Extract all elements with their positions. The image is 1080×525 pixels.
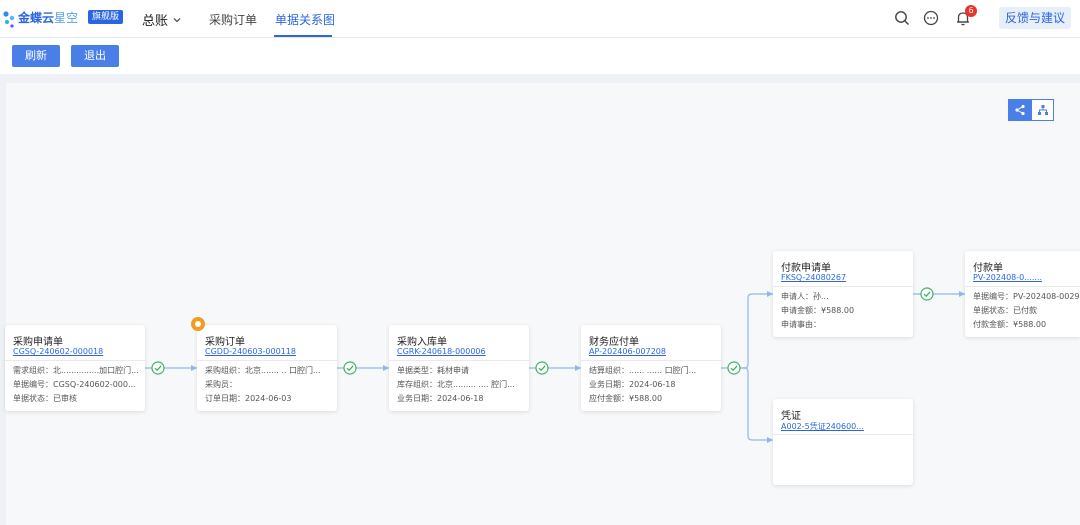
node-payment-request[interactable]: 付款申请单 FKSQ-24080267 申请人：孙... 申请金额：¥588.0… (773, 251, 913, 337)
node-code-link[interactable]: CGDD-240603-000118 (205, 347, 296, 356)
node-title: 凭证 (781, 411, 801, 422)
node-code-link[interactable]: CGRK-240618-000006 (397, 347, 486, 356)
node-field: 申请金额：¥588.00 (781, 306, 855, 315)
node-code-link[interactable]: FKSQ-24080267 (781, 273, 846, 282)
node-purchase-request[interactable]: 采购申请单 CGSQ-240602-000018 需求组织：北.........… (5, 325, 145, 411)
node-field: 订单日期：2024-06-03 (205, 394, 292, 403)
node-payable[interactable]: 财务应付单 AP-202406-007208 结算组织：...... .....… (581, 325, 721, 411)
node-divider (965, 286, 1080, 287)
node-field: 业务日期：2024-06-18 (397, 394, 484, 403)
node-field: 申请事由： (781, 320, 821, 329)
node-field: 应付金额：¥588.00 (589, 394, 663, 403)
node-field: 需求组织：北...............加口腔门... (13, 366, 139, 375)
node-field: 单据状态：已审核 (13, 394, 77, 403)
check-circle-icon (727, 361, 741, 375)
check-circle-icon (920, 287, 934, 301)
node-field: 结算组织：...... ...... 口腔门... (589, 366, 697, 375)
node-field: 单据编号：CGSQ-240602-000... (13, 380, 136, 389)
node-code-link[interactable]: A002-5凭证240600... (781, 421, 864, 432)
node-divider (5, 360, 145, 361)
node-voucher[interactable]: 凭证 A002-5凭证240600... (773, 399, 913, 485)
node-divider (389, 360, 529, 361)
node-field: 采购组织：北京....... .. 口腔门... (205, 366, 321, 375)
check-circle-icon (343, 361, 357, 375)
node-field: 付款金额：¥588.00 (973, 320, 1047, 329)
node-code-link[interactable]: CGSQ-240602-000018 (13, 347, 103, 356)
check-circle-icon (535, 361, 549, 375)
node-field: 采购员： (205, 380, 237, 389)
node-code-link[interactable]: AP-202406-007208 (589, 347, 666, 356)
node-divider (581, 360, 721, 361)
node-code-link[interactable]: PV-202408-0....... (973, 273, 1042, 282)
node-field: 申请人：孙... (781, 292, 829, 301)
node-divider (773, 286, 913, 287)
node-divider (197, 360, 337, 361)
node-payment[interactable]: 付款单 PV-202408-0....... 单据编号：PV-202408-00… (965, 251, 1080, 337)
node-title: 采购订单 (205, 337, 245, 348)
node-purchase-receipt[interactable]: 采购入库单 CGRK-240618-000006 单据类型：耗材申请 库存组织：… (389, 325, 529, 411)
current-document-pin-icon (191, 317, 205, 331)
check-circle-icon (151, 361, 165, 375)
node-field: 业务日期：2024-06-18 (589, 380, 676, 389)
connector-lines (145, 291, 965, 443)
node-title: 采购入库单 (397, 337, 447, 348)
node-field: 单据编号：PV-202408-002940 (973, 292, 1080, 301)
node-title: 财务应付单 (589, 337, 639, 348)
node-divider (773, 434, 913, 435)
node-field: 单据状态：已付款 (973, 306, 1037, 315)
node-title: 采购申请单 (13, 337, 63, 348)
node-field: 库存组织：北京......... .... 腔门... (397, 380, 515, 389)
node-title: 付款申请单 (781, 263, 831, 274)
node-field: 单据类型：耗材申请 (397, 366, 469, 375)
node-title: 付款单 (973, 263, 1003, 274)
node-purchase-order[interactable]: 采购订单 CGDD-240603-000118 采购组织：北京....... .… (197, 325, 337, 411)
